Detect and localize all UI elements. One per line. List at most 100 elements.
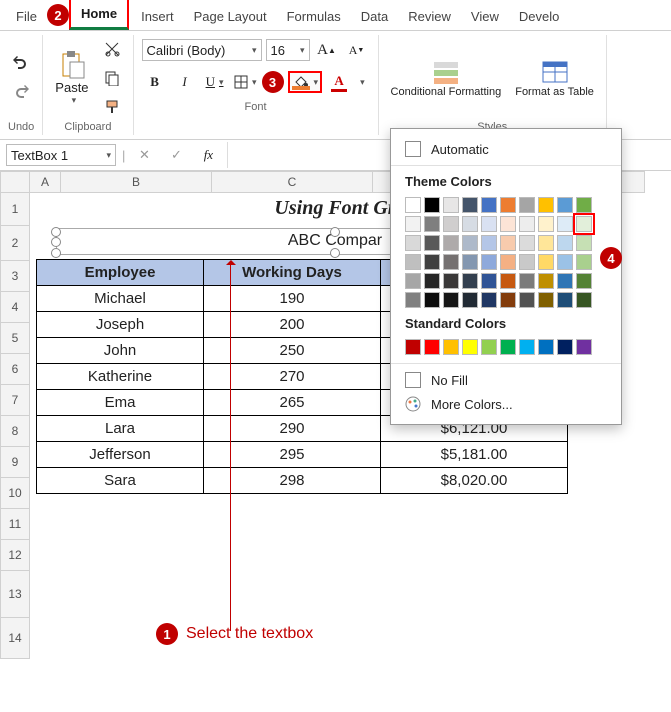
color-swatch[interactable] — [424, 197, 440, 213]
resize-handle[interactable] — [51, 227, 61, 237]
fill-color-button[interactable]: ▾ — [288, 71, 323, 93]
color-swatch[interactable] — [443, 292, 459, 308]
italic-button[interactable]: I — [172, 69, 198, 95]
color-swatch[interactable] — [538, 216, 554, 232]
decrease-font-button[interactable]: A▼ — [344, 37, 370, 63]
color-swatch[interactable] — [405, 254, 421, 270]
tab-file[interactable]: File — [6, 3, 47, 30]
color-swatch[interactable] — [462, 292, 478, 308]
color-swatch[interactable] — [405, 235, 421, 251]
color-swatch[interactable] — [481, 254, 497, 270]
color-swatch[interactable] — [538, 254, 554, 270]
color-swatch[interactable] — [443, 339, 459, 355]
enter-button[interactable]: ✓ — [163, 142, 189, 168]
color-swatch[interactable] — [538, 292, 554, 308]
row-7[interactable]: 7 — [0, 385, 30, 416]
color-swatch[interactable] — [576, 339, 592, 355]
row-13[interactable]: 13 — [0, 571, 30, 618]
color-swatch[interactable] — [519, 292, 535, 308]
color-swatch[interactable] — [519, 254, 535, 270]
color-swatch[interactable] — [500, 292, 516, 308]
color-swatch[interactable] — [500, 216, 516, 232]
tab-insert[interactable]: Insert — [131, 3, 184, 30]
row-1[interactable]: 1 — [0, 193, 30, 226]
color-swatch[interactable] — [538, 235, 554, 251]
color-swatch[interactable] — [424, 216, 440, 232]
color-swatch[interactable] — [424, 339, 440, 355]
row-6[interactable]: 6 — [0, 354, 30, 385]
col-C[interactable]: C — [212, 171, 373, 193]
underline-button[interactable]: U▾ — [202, 69, 228, 95]
select-all-corner[interactable] — [0, 171, 30, 193]
color-swatch[interactable] — [538, 273, 554, 289]
fx-button[interactable]: fx — [195, 142, 221, 168]
color-swatch[interactable] — [500, 339, 516, 355]
color-swatch[interactable] — [462, 254, 478, 270]
format-as-table-button[interactable]: Format as Table — [511, 56, 598, 100]
color-swatch[interactable] — [557, 292, 573, 308]
row-5[interactable]: 5 — [0, 323, 30, 354]
col-B[interactable]: B — [61, 171, 212, 193]
row-10[interactable]: 10 — [0, 478, 30, 509]
copy-button[interactable] — [99, 65, 125, 91]
row-8[interactable]: 8 — [0, 416, 30, 447]
color-swatch[interactable] — [462, 197, 478, 213]
resize-handle[interactable] — [330, 248, 340, 258]
color-swatch[interactable] — [500, 197, 516, 213]
color-swatch[interactable] — [424, 292, 440, 308]
redo-button[interactable] — [8, 80, 34, 106]
more-colors-option[interactable]: More Colors... — [391, 392, 621, 416]
color-swatch[interactable] — [557, 254, 573, 270]
color-swatch[interactable] — [405, 339, 421, 355]
color-swatch[interactable] — [481, 235, 497, 251]
row-11[interactable]: 11 — [0, 509, 30, 540]
bold-button[interactable]: B — [142, 69, 168, 95]
format-painter-button[interactable] — [99, 94, 125, 120]
font-name-combo[interactable]: Calibri (Body)▾ — [142, 39, 262, 61]
increase-font-button[interactable]: A▲ — [314, 37, 340, 63]
row-4[interactable]: 4 — [0, 292, 30, 323]
color-swatch[interactable] — [500, 235, 516, 251]
color-swatch[interactable] — [576, 197, 592, 213]
resize-handle[interactable] — [51, 248, 61, 258]
name-box[interactable]: TextBox 1▾ — [6, 144, 116, 166]
conditional-formatting-button[interactable]: Conditional Formatting — [387, 56, 506, 100]
color-swatch[interactable] — [519, 216, 535, 232]
row-14[interactable]: 14 — [0, 618, 30, 659]
row-3[interactable]: 3 — [0, 261, 30, 292]
cell[interactable]: Joseph — [37, 312, 204, 338]
color-swatch[interactable] — [443, 197, 459, 213]
cell[interactable]: John — [37, 338, 204, 364]
color-swatch[interactable] — [576, 273, 592, 289]
font-color-button[interactable]: A — [326, 69, 352, 95]
color-swatch[interactable] — [405, 292, 421, 308]
color-swatch[interactable] — [519, 273, 535, 289]
tab-developer[interactable]: Develo — [509, 3, 569, 30]
color-swatch[interactable] — [557, 339, 573, 355]
cut-button[interactable] — [99, 36, 125, 62]
paste-button[interactable]: Paste▾ — [51, 48, 92, 108]
color-swatch[interactable] — [481, 197, 497, 213]
color-swatch[interactable] — [557, 235, 573, 251]
automatic-option[interactable]: Automatic — [391, 137, 621, 161]
color-swatch[interactable] — [443, 254, 459, 270]
color-swatch[interactable] — [538, 339, 554, 355]
color-swatch[interactable] — [462, 339, 478, 355]
color-swatch[interactable] — [576, 235, 592, 251]
cell[interactable]: Ema — [37, 390, 204, 416]
color-swatch[interactable] — [538, 197, 554, 213]
resize-handle[interactable] — [51, 237, 61, 247]
color-swatch[interactable] — [405, 197, 421, 213]
color-swatch[interactable] — [405, 273, 421, 289]
color-swatch[interactable] — [462, 235, 478, 251]
color-swatch[interactable] — [481, 216, 497, 232]
cell[interactable]: Michael — [37, 286, 204, 312]
color-swatch[interactable] — [462, 273, 478, 289]
color-swatch[interactable] — [443, 235, 459, 251]
undo-button[interactable] — [8, 51, 34, 77]
row-12[interactable]: 12 — [0, 540, 30, 571]
col-A[interactable]: A — [30, 171, 61, 193]
row-2[interactable]: 2 — [0, 226, 30, 261]
color-swatch[interactable] — [500, 273, 516, 289]
tab-page-layout[interactable]: Page Layout — [184, 3, 277, 30]
